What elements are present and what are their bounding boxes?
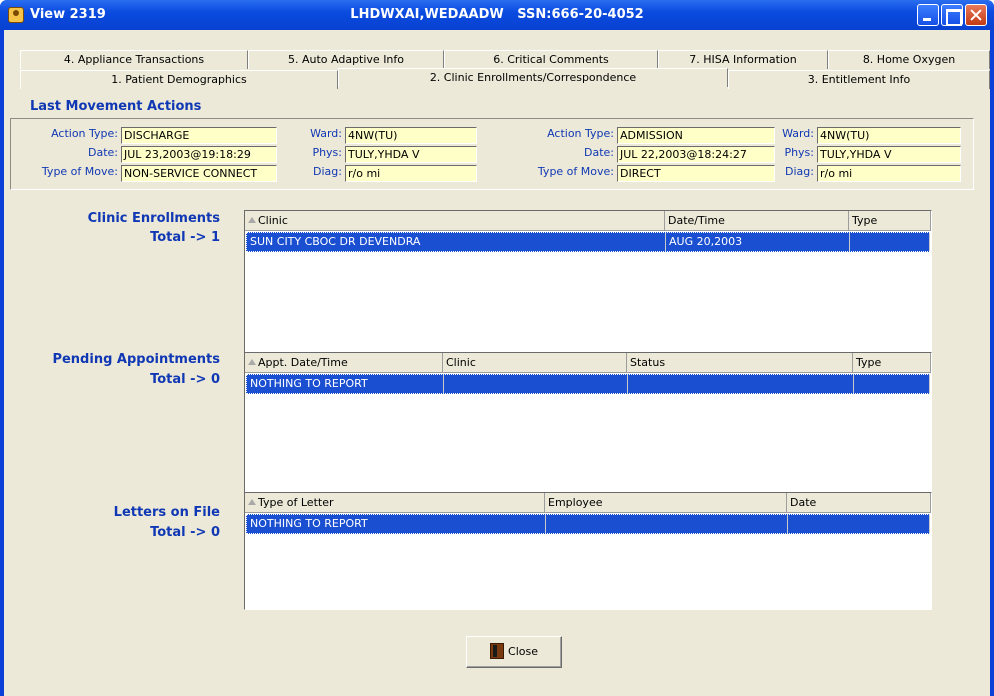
column-header-clinic[interactable]: Clinic <box>443 353 627 372</box>
type-of-move-label: Type of Move: <box>537 165 614 178</box>
close-button[interactable]: Close <box>466 636 562 668</box>
tab-auto-adaptive-info[interactable]: 5. Auto Adaptive Info <box>248 50 444 69</box>
admission-type-of-move: DIRECT <box>617 165 775 182</box>
admission-action-type: ADMISSION <box>617 127 775 144</box>
diag-label: Diag: <box>785 165 814 178</box>
cell-clinic <box>444 375 628 393</box>
cell-date-time: AUG 20,2003 <box>666 233 850 251</box>
discharge-diag: r/o mi <box>345 165 477 182</box>
admission-phys: TULY,YHDA V <box>817 146 961 163</box>
date-label: Date: <box>584 146 614 159</box>
ssn-label: SSN: <box>517 7 552 22</box>
letters-on-file-total: Total -> 0 <box>150 525 220 540</box>
column-header-type-of-letter[interactable]: Type of Letter <box>245 493 545 512</box>
sort-icon <box>248 217 256 223</box>
title-bar[interactable]: View 2319 LHDWXAI,WEDAADW SSN:666-20-405… <box>0 0 994 30</box>
close-window-button[interactable] <box>965 4 987 26</box>
clinic-enrollments-title: Clinic Enrollments <box>87 211 220 226</box>
view-window: View 2319 LHDWXAI,WEDAADW SSN:666-20-405… <box>0 0 994 696</box>
diag-label: Diag: <box>313 165 342 178</box>
table-row[interactable]: SUN CITY CBOC DR DEVENDRA AUG 20,2003 <box>246 232 930 252</box>
sort-icon <box>248 499 256 505</box>
admission-ward: 4NW(TU) <box>817 127 961 144</box>
tab-hisa-information[interactable]: 7. HISA Information <box>658 50 828 69</box>
clinic-enrollments-grid[interactable]: Clinic Date/Time Type SUN CITY CBOC DR D… <box>244 210 932 356</box>
exit-door-icon <box>490 643 505 659</box>
tab-critical-comments[interactable]: 6. Critical Comments <box>444 50 658 69</box>
column-header-employee[interactable]: Employee <box>545 493 787 512</box>
tab-entitlement-info[interactable]: 3. Entitlement Info <box>728 70 990 89</box>
grid-header: Type of Letter Employee Date <box>245 493 931 513</box>
pending-appointments-grid[interactable]: Appt. Date/Time Clinic Status Type NOTHI… <box>244 352 932 498</box>
phys-label: Phys: <box>784 146 814 159</box>
column-header-type[interactable]: Type <box>853 353 931 372</box>
letters-on-file-title: Letters on File <box>113 505 220 520</box>
tab-row-bottom: 1. Patient Demographics 2. Clinic Enroll… <box>20 68 990 89</box>
discharge-action-type: DISCHARGE <box>121 127 277 144</box>
column-header-date[interactable]: Date <box>787 493 931 512</box>
maximize-button[interactable] <box>941 4 963 26</box>
discharge-ward: 4NW(TU) <box>345 127 477 144</box>
tab-appliance-transactions[interactable]: 4. Appliance Transactions <box>20 50 248 69</box>
admission-diag: r/o mi <box>817 165 961 182</box>
tab-row-top: 4. Appliance Transactions 5. Auto Adapti… <box>20 50 990 69</box>
pending-appointments-total: Total -> 0 <box>150 372 220 387</box>
close-button-label: Close <box>508 645 538 658</box>
grid-header: Appt. Date/Time Clinic Status Type <box>245 353 931 373</box>
cell-clinic: SUN CITY CBOC DR DEVENDRA <box>247 233 666 251</box>
discharge-type-of-move: NON-SERVICE CONNECT <box>121 165 277 182</box>
cell-type <box>850 233 930 251</box>
action-type-label: Action Type: <box>51 127 118 140</box>
discharge-date: JUL 23,2003@19:18:29 <box>121 146 277 163</box>
admission-date: JUL 22,2003@18:24:27 <box>617 146 775 163</box>
pending-appointments-title: Pending Appointments <box>52 352 220 367</box>
tab-patient-demographics[interactable]: 1. Patient Demographics <box>20 70 338 89</box>
column-header-appt-date-time[interactable]: Appt. Date/Time <box>245 353 443 372</box>
ward-label: Ward: <box>782 127 814 140</box>
patient-name: LHDWXAI,WEDAADW <box>350 7 504 22</box>
action-type-label: Action Type: <box>547 127 614 140</box>
clinic-enrollments-total: Total -> 1 <box>150 230 220 245</box>
cell-employee <box>546 515 788 533</box>
last-movement-title: Last Movement Actions <box>30 99 202 114</box>
cell-appt-date-time: NOTHING TO REPORT <box>247 375 444 393</box>
type-of-move-label: Type of Move: <box>41 165 118 178</box>
cell-type-of-letter: NOTHING TO REPORT <box>247 515 546 533</box>
client-area: 4. Appliance Transactions 5. Auto Adapti… <box>4 30 990 696</box>
date-label: Date: <box>88 146 118 159</box>
column-header-type[interactable]: Type <box>849 211 931 230</box>
minimize-button[interactable] <box>917 4 939 26</box>
table-row[interactable]: NOTHING TO REPORT <box>246 514 930 534</box>
cell-status <box>628 375 854 393</box>
letters-on-file-grid[interactable]: Type of Letter Employee Date NOTHING TO … <box>244 492 932 610</box>
cell-date <box>788 515 930 533</box>
tab-home-oxygen[interactable]: 8. Home Oxygen <box>828 50 990 69</box>
cell-type <box>854 375 930 393</box>
column-header-date-time[interactable]: Date/Time <box>665 211 849 230</box>
phys-label: Phys: <box>312 146 342 159</box>
tab-clinic-enrollments[interactable]: 2. Clinic Enrollments/Correspondence <box>338 68 728 87</box>
table-row[interactable]: NOTHING TO REPORT <box>246 374 930 394</box>
sort-icon <box>248 359 256 365</box>
discharge-phys: TULY,YHDA V <box>345 146 477 163</box>
column-header-clinic[interactable]: Clinic <box>245 211 665 230</box>
ssn-value: 666-20-4052 <box>551 7 644 22</box>
patient-header: LHDWXAI,WEDAADW SSN:666-20-4052 <box>0 7 994 22</box>
column-header-status[interactable]: Status <box>627 353 853 372</box>
ward-label: Ward: <box>310 127 342 140</box>
grid-header: Clinic Date/Time Type <box>245 211 931 231</box>
